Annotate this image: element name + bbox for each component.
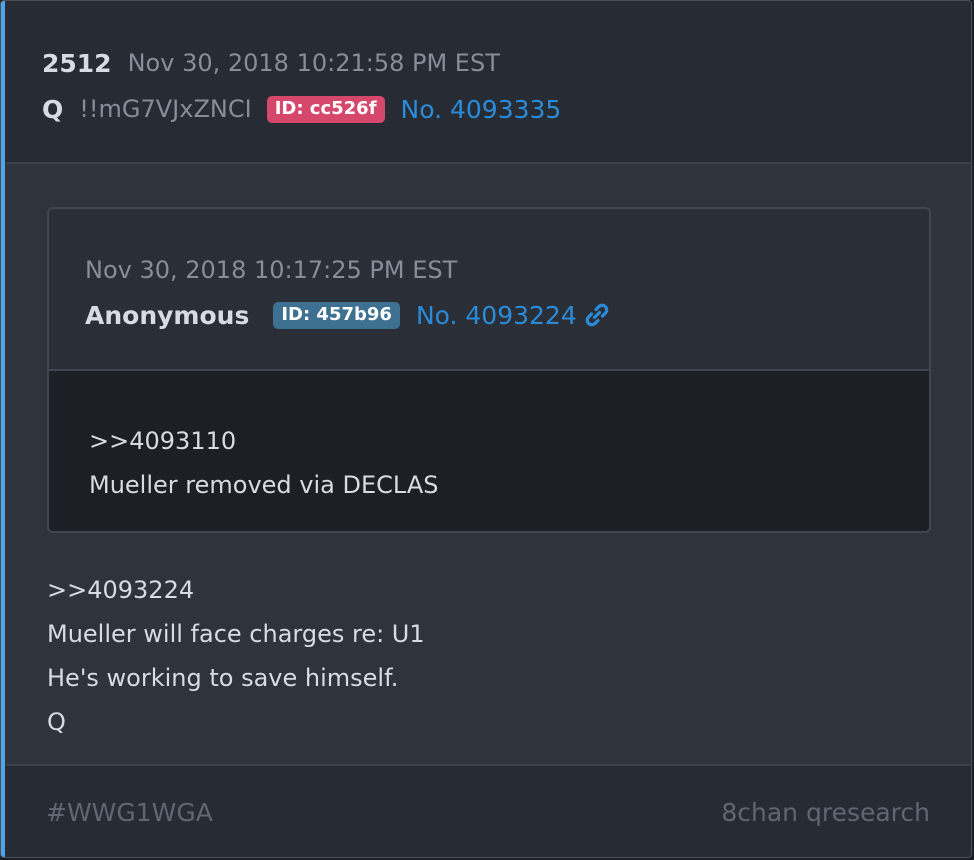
quoted-post-id-badge[interactable]: ID: 457b96: [273, 301, 400, 329]
quoted-post-reply-ref[interactable]: >>4093110: [89, 419, 929, 463]
post-footer: #WWG1WGA 8chan qresearch: [5, 764, 971, 857]
post-header: 2512 Nov 30, 2018 10:21:58 PM EST Q !!mG…: [5, 1, 971, 164]
quoted-post-body: >>4093110 Mueller removed via DECLAS: [49, 371, 929, 531]
post-id-badge[interactable]: ID: cc526f: [266, 95, 385, 123]
quoted-post-text: Mueller removed via DECLAS: [89, 471, 439, 499]
quoted-post-author: Anonymous: [85, 300, 250, 330]
post-card: 2512 Nov 30, 2018 10:21:58 PM EST Q !!mG…: [0, 0, 972, 858]
footer-hashtag: #WWG1WGA: [46, 798, 213, 827]
post-tripcode: !!mG7VJxZNCI: [79, 95, 252, 123]
post-meta-line: 2512 Nov 30, 2018 10:21:58 PM EST: [42, 47, 500, 79]
post-author-line: Q !!mG7VJxZNCI ID: cc526f No. 4093335: [42, 92, 561, 126]
post-signature: Q: [47, 708, 66, 736]
quoted-post-number-link[interactable]: No. 4093224: [416, 301, 577, 330]
quoted-post-author-line: Anonymous ID: 457b96 No. 4093224: [85, 297, 611, 333]
post-reply-ref[interactable]: >>4093224: [47, 568, 425, 612]
post-timestamp: Nov 30, 2018 10:21:58 PM EST: [127, 49, 500, 77]
quoted-post: Nov 30, 2018 10:17:25 PM EST Anonymous I…: [47, 207, 931, 533]
post-body: >>4093224 Mueller will face charges re: …: [47, 568, 425, 744]
post-number-link[interactable]: No. 4093335: [401, 95, 562, 124]
footer-source: 8chan qresearch: [721, 798, 930, 827]
post-number: 2512: [42, 48, 112, 78]
quoted-post-meta-line: Nov 30, 2018 10:17:25 PM EST: [85, 254, 457, 286]
post-text-line: He's working to save himself.: [47, 664, 399, 692]
link-icon[interactable]: [583, 301, 611, 329]
quoted-post-timestamp: Nov 30, 2018 10:17:25 PM EST: [85, 256, 458, 284]
post-author: Q: [42, 94, 64, 124]
quoted-post-header: Nov 30, 2018 10:17:25 PM EST Anonymous I…: [49, 209, 929, 371]
post-text-line: Mueller will face charges re: U1: [47, 620, 425, 648]
